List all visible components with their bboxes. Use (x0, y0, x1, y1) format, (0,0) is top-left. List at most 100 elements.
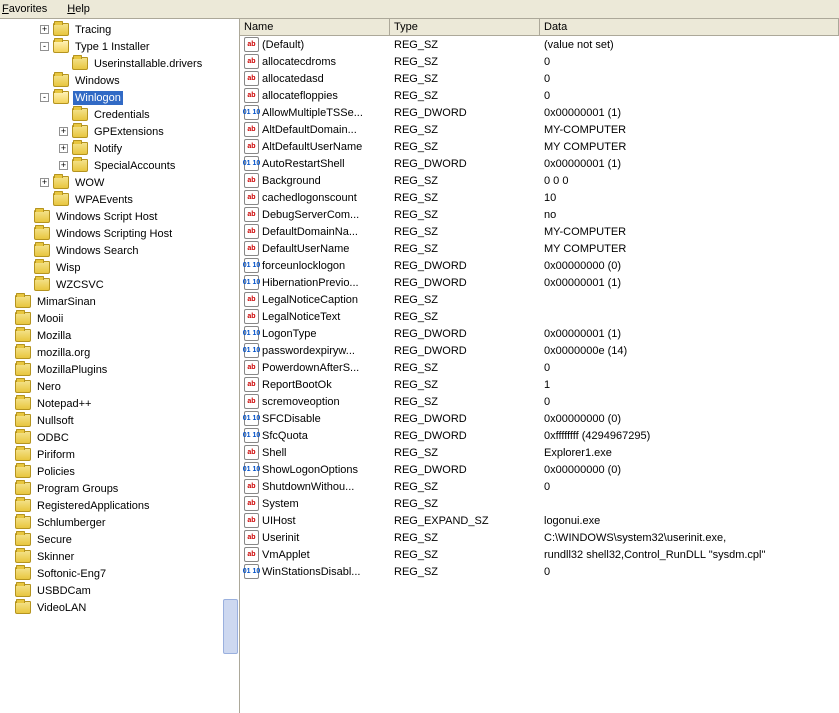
expand-icon[interactable]: + (59, 144, 68, 153)
tree-node[interactable]: Credentials (0, 106, 239, 123)
tree-node[interactable]: Mozilla (0, 327, 239, 344)
collapse-icon[interactable]: - (40, 93, 49, 102)
column-header-name[interactable]: Name (240, 19, 390, 35)
menu-favorites[interactable]: Favorites (2, 3, 57, 15)
tree-node-label: SpecialAccounts (92, 159, 177, 173)
tree-node[interactable]: mozilla.org (0, 344, 239, 361)
registry-value-row[interactable]: aballocatedasdREG_SZ0 (240, 70, 839, 87)
string-value-icon: ab (244, 139, 259, 154)
tree-scrollbar-thumb[interactable] (223, 599, 238, 654)
tree-node[interactable]: ODBC (0, 429, 239, 446)
expand-icon[interactable]: + (40, 25, 49, 34)
column-header-type[interactable]: Type (390, 19, 540, 35)
value-type: REG_SZ (390, 192, 540, 204)
column-header-data[interactable]: Data (540, 19, 839, 35)
list-panel[interactable]: Name Type Data ab(Default)REG_SZ(value n… (240, 19, 839, 713)
value-type: REG_SZ (390, 379, 540, 391)
tree-node[interactable]: Wisp (0, 259, 239, 276)
tree-node[interactable]: -Winlogon (0, 89, 239, 106)
registry-value-row[interactable]: aballocatefloppiesREG_SZ0 (240, 87, 839, 104)
registry-value-row[interactable]: abBackgroundREG_SZ0 0 0 (240, 172, 839, 189)
registry-value-row[interactable]: abShutdownWithou...REG_SZ0 (240, 478, 839, 495)
folder-icon (15, 346, 31, 359)
registry-value-row[interactable]: abShellREG_SZExplorer1.exe (240, 444, 839, 461)
no-expand-icon (2, 416, 11, 425)
tree-node[interactable]: Skinner (0, 548, 239, 565)
tree-node-label: Notepad++ (35, 397, 93, 411)
registry-value-row[interactable]: abLegalNoticeCaptionREG_SZ (240, 291, 839, 308)
registry-value-row[interactable]: abDefaultDomainNa...REG_SZMY-COMPUTER (240, 223, 839, 240)
tree-node[interactable]: -Type 1 Installer (0, 38, 239, 55)
value-name: PowerdownAfterS... (262, 362, 359, 374)
registry-value-row[interactable]: abDefaultUserNameREG_SZMY COMPUTER (240, 240, 839, 257)
registry-value-row[interactable]: abDebugServerCom...REG_SZno (240, 206, 839, 223)
value-name: forceunlocklogon (262, 260, 345, 272)
value-type: REG_DWORD (390, 107, 540, 119)
string-value-icon: ab (244, 309, 259, 324)
registry-value-row[interactable]: aballocatecdromsREG_SZ0 (240, 53, 839, 70)
value-name: Shell (262, 447, 286, 459)
tree-node[interactable]: +Tracing (0, 21, 239, 38)
collapse-icon[interactable]: - (40, 42, 49, 51)
registry-value-row[interactable]: 01 10AutoRestartShellREG_DWORD0x00000001… (240, 155, 839, 172)
registry-value-row[interactable]: 01 10SfcQuotaREG_DWORD0xffffffff (429496… (240, 427, 839, 444)
expand-icon[interactable]: + (40, 178, 49, 187)
tree-node[interactable]: + SpecialAccounts (0, 157, 239, 174)
registry-value-row[interactable]: abReportBootOkREG_SZ1 (240, 376, 839, 393)
tree-node[interactable]: Policies (0, 463, 239, 480)
tree-node[interactable]: Nero (0, 378, 239, 395)
tree-node[interactable]: Windows Search (0, 242, 239, 259)
registry-value-row[interactable]: 01 10AllowMultipleTSSe...REG_DWORD0x0000… (240, 104, 839, 121)
registry-value-row[interactable]: abUIHostREG_EXPAND_SZlogonui.exe (240, 512, 839, 529)
tree-node[interactable]: Schlumberger (0, 514, 239, 531)
value-data: 0x00000001 (1) (540, 328, 839, 340)
tree-node[interactable]: WZCSVC (0, 276, 239, 293)
tree-node[interactable]: Mooii (0, 310, 239, 327)
tree-node[interactable]: Softonic-Eng7 (0, 565, 239, 582)
tree-node[interactable]: +WOW (0, 174, 239, 191)
tree-node[interactable]: Piriform (0, 446, 239, 463)
registry-value-row[interactable]: abcachedlogonscountREG_SZ10 (240, 189, 839, 206)
registry-value-row[interactable]: 01 10WinStationsDisabl...REG_SZ0 (240, 563, 839, 580)
expand-icon[interactable]: + (59, 161, 68, 170)
tree-node[interactable]: Secure (0, 531, 239, 548)
registry-value-row[interactable]: 01 10forceunlocklogonREG_DWORD0x00000000… (240, 257, 839, 274)
registry-value-row[interactable]: abSystemREG_SZ (240, 495, 839, 512)
tree-node[interactable]: RegisteredApplications (0, 497, 239, 514)
tree-node[interactable]: Program Groups (0, 480, 239, 497)
tree-node[interactable]: Windows Script Host (0, 208, 239, 225)
registry-value-row[interactable]: abVmAppletREG_SZrundll32 shell32,Control… (240, 546, 839, 563)
registry-value-row[interactable]: abscremoveoptionREG_SZ0 (240, 393, 839, 410)
value-data: 0 (540, 73, 839, 85)
folder-icon (15, 601, 31, 614)
registry-value-row[interactable]: abAltDefaultDomain...REG_SZMY-COMPUTER (240, 121, 839, 138)
tree-node[interactable]: +Notify (0, 140, 239, 157)
registry-value-row[interactable]: ab(Default)REG_SZ(value not set) (240, 36, 839, 53)
tree-node[interactable]: MozillaPlugins (0, 361, 239, 378)
registry-value-row[interactable]: 01 10passwordexpiryw...REG_DWORD0x000000… (240, 342, 839, 359)
folder-icon (34, 244, 50, 257)
tree-panel[interactable]: +Tracing-Type 1 InstallerUserinstallable… (0, 19, 240, 713)
expand-icon[interactable]: + (59, 127, 68, 136)
tree-node[interactable]: MimarSinan (0, 293, 239, 310)
tree-node-label: Policies (35, 465, 77, 479)
registry-value-row[interactable]: 01 10ShowLogonOptionsREG_DWORD0x00000000… (240, 461, 839, 478)
registry-value-row[interactable]: 01 10HibernationPrevio...REG_DWORD0x0000… (240, 274, 839, 291)
tree-node[interactable]: Windows (0, 72, 239, 89)
tree-node-label: MozillaPlugins (35, 363, 109, 377)
menu-help[interactable]: Help (67, 3, 100, 15)
tree-node[interactable]: Userinstallable.drivers (0, 55, 239, 72)
tree-node[interactable]: Notepad++ (0, 395, 239, 412)
registry-value-row[interactable]: abLegalNoticeTextREG_SZ (240, 308, 839, 325)
tree-node[interactable]: Windows Scripting Host (0, 225, 239, 242)
registry-value-row[interactable]: abUserinitREG_SZC:\WINDOWS\system32\user… (240, 529, 839, 546)
tree-node[interactable]: VideoLAN (0, 599, 239, 616)
tree-node[interactable]: +GPExtensions (0, 123, 239, 140)
registry-value-row[interactable]: abAltDefaultUserNameREG_SZMY COMPUTER (240, 138, 839, 155)
registry-value-row[interactable]: abPowerdownAfterS...REG_SZ0 (240, 359, 839, 376)
registry-value-row[interactable]: 01 10LogonTypeREG_DWORD0x00000001 (1) (240, 325, 839, 342)
tree-node[interactable]: USBDCam (0, 582, 239, 599)
tree-node[interactable]: Nullsoft (0, 412, 239, 429)
registry-value-row[interactable]: 01 10SFCDisableREG_DWORD0x00000000 (0) (240, 410, 839, 427)
tree-node[interactable]: WPAEvents (0, 191, 239, 208)
